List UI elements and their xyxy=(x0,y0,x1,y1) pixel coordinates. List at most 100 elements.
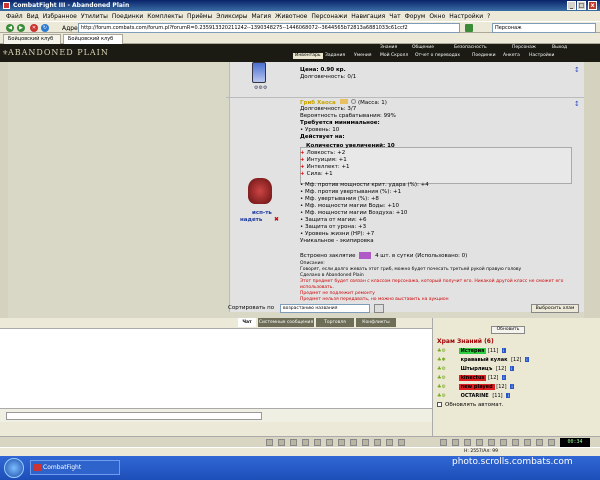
nav-character[interactable]: Персонаж xyxy=(510,45,538,51)
info-icon[interactable]: i xyxy=(509,366,514,371)
info-icon[interactable] xyxy=(351,99,357,104)
tab-fight-club-2[interactable]: Бойцовский клуб xyxy=(63,34,123,44)
user-name[interactable]: Истерия xyxy=(458,348,487,354)
info-icon[interactable]: i xyxy=(501,375,506,380)
toolbar-icon[interactable] xyxy=(374,439,381,446)
equip-item-link[interactable]: надеть xyxy=(240,217,262,223)
checkbox-icon[interactable] xyxy=(437,402,442,407)
nav-security[interactable]: Безопасность xyxy=(452,45,489,51)
toolbar-icon[interactable] xyxy=(536,439,543,446)
info-icon[interactable]: i xyxy=(506,393,511,398)
address-input[interactable]: http://forum.combats.com/forum.pl?forumR… xyxy=(78,23,460,33)
menu-characters[interactable]: Персонажи xyxy=(311,13,347,20)
stop-icon[interactable]: ✕ xyxy=(30,24,38,32)
toolbar-icon[interactable] xyxy=(512,439,519,446)
user-name[interactable]: OCTARINE xyxy=(459,393,491,399)
delete-item-icon[interactable]: ✖ xyxy=(274,216,279,223)
info-icon[interactable]: i xyxy=(501,348,506,353)
menu-utilities[interactable]: Утилиты xyxy=(81,13,108,20)
menu-pet[interactable]: Животное xyxy=(275,13,307,20)
toolbar-icon[interactable] xyxy=(488,439,495,446)
discard-junk-button[interactable]: Выбросить хлам xyxy=(531,304,579,313)
nav-profile[interactable]: Анкета xyxy=(501,53,522,59)
menu-fights[interactable]: Поединки xyxy=(112,13,143,20)
nav-skills[interactable]: Умения xyxy=(352,53,373,59)
maximize-button[interactable]: □ xyxy=(577,1,586,10)
user-row[interactable]: ♣⚙ OCTARINE [11] i xyxy=(437,392,511,400)
go-icon[interactable] xyxy=(465,24,473,32)
nav-quests[interactable]: Задания xyxy=(323,53,347,59)
toolbar-icon[interactable] xyxy=(398,439,405,446)
nav-exit[interactable]: Выход xyxy=(550,45,569,51)
nav-knowledge[interactable]: Знания xyxy=(378,45,399,51)
minimize-button[interactable]: _ xyxy=(567,1,576,10)
toolbar-icon[interactable] xyxy=(302,439,309,446)
toolbar-icon[interactable] xyxy=(548,439,555,446)
info-icon[interactable]: i xyxy=(510,384,515,389)
menu-window[interactable]: Окно xyxy=(429,13,445,20)
auto-refresh-checkbox[interactable]: Обновлять автомат. xyxy=(437,402,504,408)
user-row[interactable]: ♣⚙ Штырлицъ [12] i xyxy=(437,365,514,373)
forward-icon[interactable]: ▶ xyxy=(17,24,25,32)
info-icon[interactable]: i xyxy=(524,357,529,362)
menu-navigation[interactable]: Навигация xyxy=(351,13,385,20)
taskbar-app-button[interactable]: CombatFight xyxy=(30,460,120,475)
spell-icon[interactable] xyxy=(359,252,372,259)
user-name[interactable]: kinectus xyxy=(458,375,487,381)
start-button[interactable] xyxy=(4,458,24,478)
menu-chat[interactable]: Чат xyxy=(389,13,400,20)
menu-view[interactable]: Вид xyxy=(27,13,39,20)
menu-techniques[interactable]: Приёмы xyxy=(187,13,212,20)
toolbar-icon[interactable] xyxy=(500,439,507,446)
toolbar-icon[interactable] xyxy=(362,439,369,446)
scroll-arrow-icon[interactable]: ↕ xyxy=(574,66,580,74)
user-row[interactable]: ♣⚙ Истерия [11] i xyxy=(437,347,506,355)
toolbar-icon[interactable] xyxy=(266,439,273,446)
toolbar-icon[interactable] xyxy=(350,439,357,446)
menu-favorites[interactable]: Избранное xyxy=(43,13,77,20)
toolbar-icon[interactable] xyxy=(326,439,333,446)
nav-inventory[interactable]: Инвентарь xyxy=(293,53,323,59)
nav-transfer-report[interactable]: Отчет о переводах xyxy=(413,53,462,59)
refresh-icon[interactable]: ↻ xyxy=(41,24,49,32)
menu-file[interactable]: Файл xyxy=(6,13,23,20)
toolbar-icon[interactable] xyxy=(476,439,483,446)
menu-sets[interactable]: Комплекты xyxy=(147,13,183,20)
nav-settings[interactable]: Настройки xyxy=(527,53,556,59)
tab-chat[interactable]: Чат xyxy=(238,318,256,327)
user-name[interactable]: Штырлицъ xyxy=(459,366,495,372)
tab-conflicts[interactable]: Конфликты xyxy=(356,318,396,327)
user-row[interactable]: ♣✱ крававый кулак [12] i xyxy=(437,356,529,364)
nav-my-scroll[interactable]: Мой Скролл xyxy=(378,53,410,59)
toolbar-icon[interactable] xyxy=(452,439,459,446)
menu-help[interactable]: ? xyxy=(487,13,490,20)
chat-input[interactable] xyxy=(6,412,262,420)
sort-go-button[interactable] xyxy=(374,304,384,313)
menu-elixirs[interactable]: Эликсиры xyxy=(216,13,247,20)
menu-magic[interactable]: Магия xyxy=(251,13,271,20)
character-search-input[interactable]: Персонаж xyxy=(492,23,596,33)
user-row[interactable]: ♣⚙ kinectus [12] i xyxy=(437,374,506,382)
tab-fight-club-1[interactable]: Бойцовский клуб xyxy=(3,34,61,44)
nav-communication[interactable]: Общение xyxy=(410,45,436,51)
toolbar-icon[interactable] xyxy=(278,439,285,446)
user-name[interactable]: крававый кулак xyxy=(459,357,510,363)
toolbar-icon[interactable] xyxy=(464,439,471,446)
scroll-arrow-icon[interactable]: ↕ xyxy=(574,100,580,108)
user-row[interactable]: ♣⚙ new played [12] i xyxy=(437,383,515,391)
tab-system-messages[interactable]: Системные сообщения xyxy=(258,318,314,327)
tab-trade[interactable]: Торговля xyxy=(316,318,354,327)
toolbar-icon[interactable] xyxy=(338,439,345,446)
menu-settings[interactable]: Настройки xyxy=(449,13,483,20)
menu-forum[interactable]: Форум xyxy=(405,13,426,20)
nav-fights[interactable]: Поединки xyxy=(470,53,498,59)
toolbar-icon[interactable] xyxy=(524,439,531,446)
use-item-link[interactable]: исп-ть xyxy=(252,210,272,216)
toolbar-icon[interactable] xyxy=(440,439,447,446)
item-action-icons[interactable]: ⚙⚙⚙ xyxy=(254,85,267,91)
back-icon[interactable]: ◀ xyxy=(6,24,14,32)
toolbar-icon[interactable] xyxy=(386,439,393,446)
toolbar-icon[interactable] xyxy=(314,439,321,446)
sort-select[interactable]: возрастанию названия xyxy=(280,304,370,313)
user-name[interactable]: new played xyxy=(458,384,495,390)
